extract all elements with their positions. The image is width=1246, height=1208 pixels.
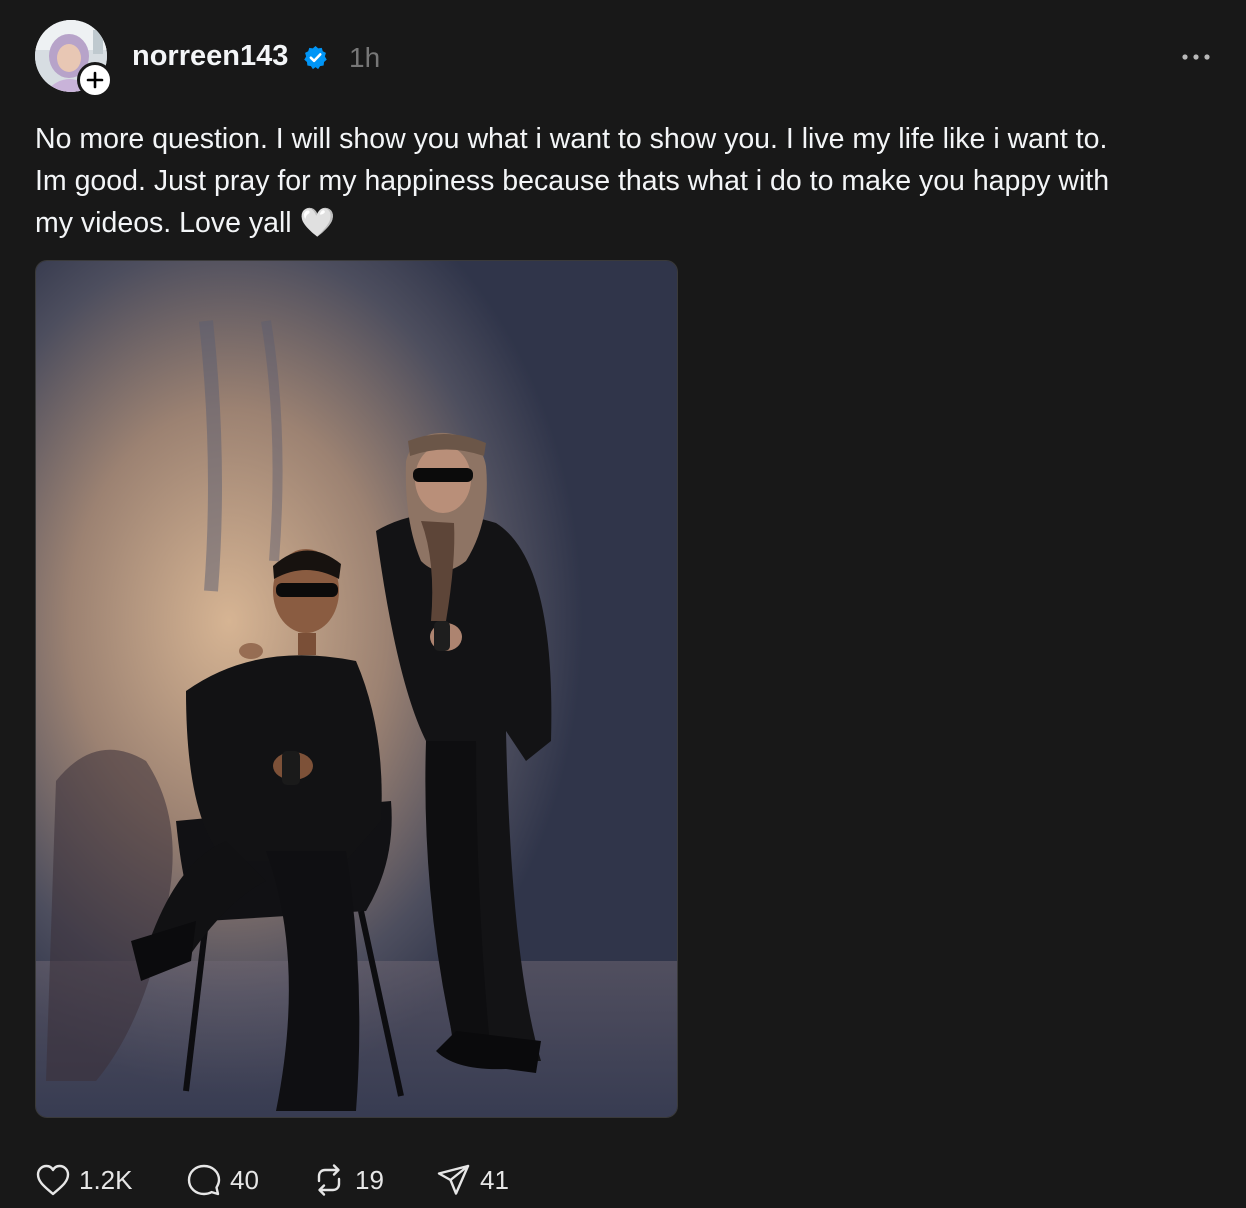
post-photo[interactable]	[35, 260, 678, 1118]
thread-post: norreen143 1h No more question. I will s…	[0, 0, 1246, 1208]
more-dots-icon	[1182, 54, 1210, 60]
author-avatar[interactable]	[35, 20, 113, 98]
post-timestamp: 1h	[349, 42, 381, 73]
reply-count: 40	[230, 1164, 259, 1195]
author-username[interactable]: norreen143	[132, 38, 288, 74]
comment-bubble-icon	[187, 1164, 221, 1196]
more-options-button[interactable]	[1176, 42, 1216, 72]
share-count: 41	[480, 1164, 509, 1195]
repost-button[interactable]: 19	[311, 1160, 384, 1200]
like-count: 1.2K	[79, 1164, 133, 1195]
repost-icon	[317, 1164, 341, 1196]
follow-plus-icon[interactable]	[77, 62, 113, 98]
send-paper-plane-icon	[437, 1164, 470, 1195]
reply-button[interactable]: 40	[186, 1160, 259, 1200]
share-button[interactable]: 41	[436, 1160, 509, 1200]
post-caption: No more question. I will show you what i…	[35, 123, 1110, 239]
heart-icon	[36, 1164, 70, 1196]
verified-badge-icon	[304, 46, 327, 70]
like-button[interactable]: 1.2K	[35, 1160, 133, 1200]
studio-portrait-photo	[36, 261, 677, 1117]
repost-count: 19	[355, 1164, 384, 1195]
